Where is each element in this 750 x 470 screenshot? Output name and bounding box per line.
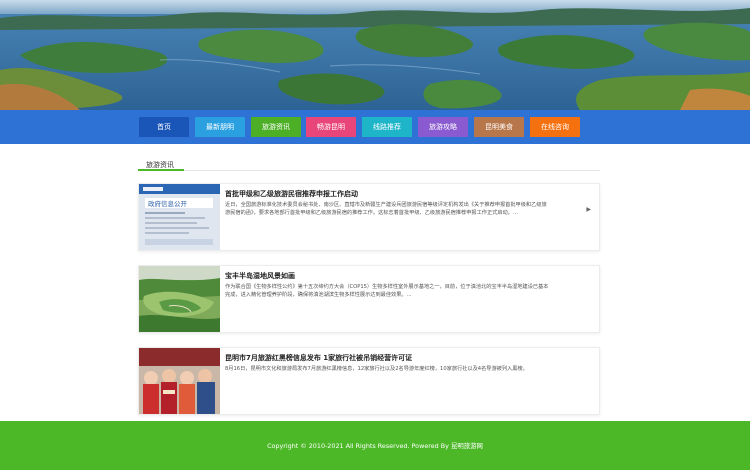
article-thumbnail[interactable]	[139, 348, 220, 414]
article-thumbnail[interactable]	[139, 266, 220, 332]
footer: Copyright © 2010-2021 All Rights Reserve…	[0, 421, 750, 470]
article-summary: 近日，全国旅游标准化技术委员会秘书处、南沙区、直辖市及新疆生产建设兵团旅游民宿等…	[225, 202, 547, 216]
svg-text:政府信息公开: 政府信息公开	[148, 199, 188, 208]
banner-image	[0, 0, 750, 110]
nav-item-latest[interactable]: 最新朋明	[195, 117, 245, 137]
banner-landscape	[0, 0, 750, 110]
nav-item-travel-news[interactable]: 旅游资讯	[251, 117, 301, 137]
article-summary: 作为联合国《生物多样性公约》第十五次缔约方大会（COP15）生物多样性室外展示基…	[225, 284, 549, 298]
article-thumbnail[interactable]: 政府信息公开	[139, 184, 220, 250]
nav-item-home[interactable]: 首页	[139, 117, 189, 137]
article-card[interactable]: 昆明市7月旅游红黑榜信息发布 1家旅行社被吊销经营许可证 8月16日，昆明市文化…	[138, 347, 600, 415]
main-nav: 首页 最新朋明 旅游资讯 畅游昆明 线路推荐 旅游攻略 昆明美食 在线咨询	[0, 110, 750, 144]
nav-item-tour-kunming[interactable]: 畅游昆明	[306, 117, 356, 137]
article-card[interactable]: 政府信息公开 首批甲级和乙级旅游民宿推荐申报工作启动 近日，全国旅游标准化技术委…	[138, 183, 600, 251]
article-title[interactable]: 首批甲级和乙级旅游民宿推荐申报工作启动	[225, 189, 358, 199]
article-card[interactable]: 宝丰半岛湿地风景如画 作为联合国《生物多样性公约》第十五次缔约方大会（COP15…	[138, 265, 600, 333]
article-title[interactable]: 宝丰半岛湿地风景如画	[225, 271, 295, 281]
nav-item-consult[interactable]: 在线咨询	[530, 117, 580, 137]
article-title[interactable]: 昆明市7月旅游红黑榜信息发布 1家旅行社被吊销经营许可证	[225, 353, 412, 363]
nav-item-routes[interactable]: 线路推荐	[362, 117, 412, 137]
nav-item-food[interactable]: 昆明美食	[474, 117, 524, 137]
article-summary: 8月16日，昆明市文化和旅游局发布7月旅游红黑榜信息，12家旅行社以及2名导游年…	[225, 366, 528, 372]
section-underline	[138, 169, 184, 171]
nav-item-guides[interactable]: 旅游攻略	[418, 117, 468, 137]
section-divider	[138, 170, 600, 171]
footer-copyright: Copyright © 2010-2021 All Rights Reserve…	[267, 442, 483, 450]
next-arrow-icon[interactable]: ▶	[586, 206, 591, 213]
